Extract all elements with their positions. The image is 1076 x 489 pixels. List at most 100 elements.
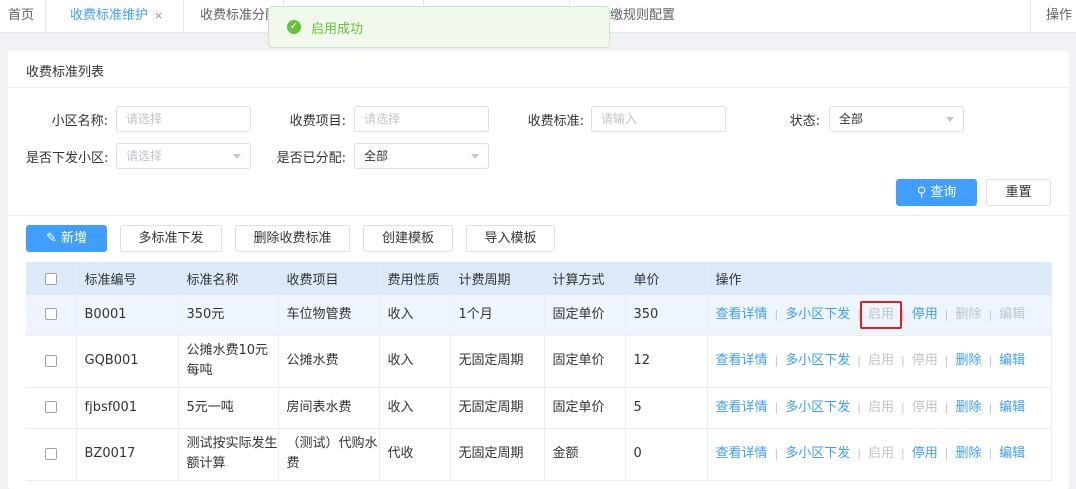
cell-period: 无固定周期 [450,428,545,481]
cell-method: 固定单价 [544,387,626,429]
reset-button[interactable]: 重置 [986,179,1051,206]
import-template-button[interactable]: 导入模板 [466,225,555,252]
multi-dispatch-button[interactable]: 多标准下发 [120,225,222,252]
tab-label: 首页 [8,8,35,23]
cell-item: （测试）代购水费 [278,428,380,481]
enable-link[interactable]: 启用 [868,353,894,368]
multi-community-dispatch-link[interactable]: 多小区下发 [785,307,850,322]
check-circle-icon: ✓ [287,20,301,34]
separator: | [900,447,905,460]
multi-community-dispatch-link[interactable]: 多小区下发 [785,446,850,461]
cell-item: 车位物管费 [278,295,380,336]
cell-price: 12 [625,335,708,388]
column-header[interactable]: 标准名称 [178,262,279,295]
separator: | [988,400,993,414]
separator: | [857,400,861,414]
disable-link[interactable]: 停用 [912,353,938,368]
disable-link[interactable]: 停用 [912,446,938,461]
view-detail-link[interactable]: 查看详情 [716,307,768,322]
cell-nature: 代收 [379,428,451,481]
row-checkbox[interactable] [44,447,57,460]
delete-link[interactable]: 删除 [955,446,981,461]
cell-item: 房间表水费 [278,387,380,429]
table-row[interactable]: GQB001 公摊水费10元每吨 公摊水费 收入 无固定周期 固定单价 12 查… [26,335,1052,388]
community-select[interactable]: 请选择 [116,106,251,132]
column-header[interactable]: 计费周期 [450,262,545,295]
dispatched-select[interactable]: 请选择 [116,143,251,169]
column-header[interactable]: 单价 [625,262,708,295]
delete-link[interactable]: 删除 [955,307,981,322]
assigned-label: 是否已分配: [276,151,346,166]
cell-operations: 查看详情 | 多小区下发 | 启用 | 停用 | 删除 | 编辑 [707,428,1052,481]
search-icon: ⚲ [916,185,927,200]
column-header[interactable]: 标准编号 [76,262,179,295]
cell-price: 350 [625,295,708,336]
community-label: 小区名称: [51,114,108,129]
enable-link[interactable]: 启用 [868,307,894,322]
edit-plus-icon: ✎ [46,231,57,246]
edit-link[interactable]: 编辑 [999,353,1025,368]
disable-link[interactable]: 停用 [912,307,938,322]
delete-standard-button[interactable]: 删除收费标准 [235,225,350,252]
cell-operations: 查看详情 | 多小区下发 | 启用 | 停用 | 删除 | 编辑 [707,295,1052,336]
select-all-cell [26,262,77,295]
delete-link[interactable]: 删除 [955,353,981,368]
tab-operations[interactable]: 操作 [1030,0,1076,32]
view-detail-link[interactable]: 查看详情 [716,400,768,415]
cell-operations: 查看详情 | 多小区下发 | 启用 | 停用 | 删除 | 编辑 [707,387,1052,429]
status-select[interactable]: 全部 [829,106,964,132]
cell-code: BZ0017 [76,428,179,481]
column-header[interactable]: 费用性质 [379,262,451,295]
separator: | [988,354,993,367]
separator: | [900,400,905,414]
cell-method: 金额 [544,428,626,481]
close-icon[interactable]: × [154,9,163,22]
separator: | [774,447,779,460]
edit-link[interactable]: 编辑 [999,446,1025,461]
select-all-checkbox[interactable] [44,272,57,285]
enable-link[interactable]: 启用 [868,400,894,415]
column-header[interactable]: 操作 [707,262,1052,295]
table-row[interactable]: B0001 350元 车位物管费 收入 1个月 固定单价 350 查看详情 | 多小… [26,295,1052,336]
separator: | [900,307,905,321]
tab-fee-standard-maintenance[interactable]: 收费标准维护 × [46,0,184,32]
assigned-select[interactable]: 全部 [354,143,489,169]
table-header-row: 标准编号 标准名称 收费项目 费用性质 计费周期 计算方式 单价 操作 [26,262,1052,295]
edit-link[interactable]: 编辑 [999,307,1025,322]
multi-community-dispatch-link[interactable]: 多小区下发 [785,400,850,415]
multi-community-dispatch-link[interactable]: 多小区下发 [785,353,850,368]
table-row[interactable]: BZ0017 测试按实际发生额计算 （测试）代购水费 代收 无固定周期 金额 0… [26,428,1052,481]
row-checkbox[interactable] [44,401,57,413]
row-checkbox[interactable] [44,308,57,321]
query-label: 查询 [930,185,957,200]
fee-standard-input[interactable]: 请输入 [591,106,726,132]
add-label: 新增 [60,231,87,246]
add-button[interactable]: ✎ 新增 [26,225,107,252]
chevron-down-icon [471,154,479,159]
fee-standard-table: 标准编号 标准名称 收费项目 费用性质 计费周期 计算方式 单价 操作 B000… [26,262,1052,481]
disable-link[interactable]: 停用 [912,400,938,415]
table-row[interactable]: fjbsf001 5元一吨 房间表水费 收入 无固定周期 固定单价 5 查看详情… [26,387,1052,429]
dispatched-label: 是否下发小区: [26,151,109,166]
separator: | [944,447,949,460]
column-header[interactable]: 计算方式 [544,262,626,295]
separator: | [944,400,949,414]
view-detail-link[interactable]: 查看详情 [716,353,768,368]
fee-item-select[interactable]: 请选择 [354,106,489,132]
toast-message: 启用成功 [311,21,364,37]
cell-name: 测试按实际发生额计算 [178,428,279,481]
query-button[interactable]: ⚲ 查询 [896,179,977,206]
column-header[interactable]: 收费项目 [278,262,380,295]
separator: | [944,354,949,367]
row-checkbox[interactable] [44,354,57,367]
tab-home[interactable]: 首页 [0,0,46,32]
enable-link[interactable]: 启用 [868,446,894,461]
delete-link[interactable]: 删除 [955,400,981,415]
view-detail-link[interactable]: 查看详情 [716,446,768,461]
create-template-button[interactable]: 创建模板 [363,225,453,252]
separator: | [857,354,861,367]
dispatched-placeholder: 请选择 [126,149,163,163]
cell-item: 公摊水费 [278,335,380,388]
separator: | [988,307,993,321]
edit-link[interactable]: 编辑 [999,400,1025,415]
